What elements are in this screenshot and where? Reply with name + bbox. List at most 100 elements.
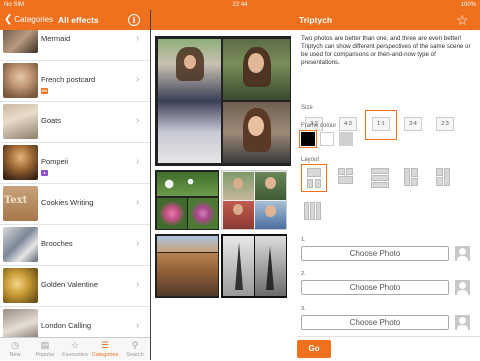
tab-new[interactable]: ◷ New xyxy=(0,338,30,361)
choose-photo-button-3[interactable]: Choose Photo xyxy=(301,315,449,330)
effect-row-golden-valentine[interactable]: Golden Valentine › xyxy=(0,266,150,307)
hd-badge: HD xyxy=(41,88,48,94)
layout-cell xyxy=(371,168,389,174)
choose-photo-button-1[interactable]: Choose Photo xyxy=(301,246,449,261)
size-option-1-1[interactable]: 1:1 xyxy=(372,117,390,131)
effect-row-french-postcard[interactable]: French postcard HD › xyxy=(0,61,150,102)
back-button-label: Categories xyxy=(14,15,54,24)
avatar-head xyxy=(459,317,466,324)
layout-cell xyxy=(316,202,321,220)
example-previews xyxy=(151,30,296,360)
tab-label: Popular xyxy=(35,352,55,358)
effect-thumbnail xyxy=(3,63,38,98)
chevron-right-icon: › xyxy=(136,33,140,44)
layout-cell xyxy=(310,202,315,220)
back-button[interactable]: ❮ Categories xyxy=(4,10,53,30)
list-title: All effects xyxy=(58,15,99,25)
tab-search[interactable]: ⚲ Search xyxy=(120,338,150,361)
list-nav: ❮ Categories All effects i xyxy=(0,10,150,30)
layout-option-1[interactable] xyxy=(301,164,327,192)
example-photo-face xyxy=(248,116,264,136)
example-photo xyxy=(188,198,218,229)
effect-thumbnail xyxy=(3,104,38,139)
photo-slot-number: 3. xyxy=(301,306,306,312)
example-photo xyxy=(157,253,218,296)
size-option-3-4[interactable]: 3:4 xyxy=(404,117,422,131)
info-icon[interactable]: i xyxy=(128,14,140,26)
layout-option-4[interactable] xyxy=(401,164,427,192)
effect-settings: Two photos are better than one, and thre… xyxy=(297,30,480,336)
star-icon: ☆ xyxy=(70,340,80,350)
effect-row-mermaid[interactable]: Mermaid › xyxy=(0,30,150,61)
example-photo xyxy=(255,172,286,200)
example-triptych-eiffel xyxy=(221,234,287,298)
effect-thumbnail xyxy=(3,145,38,180)
example-photo xyxy=(157,172,218,196)
tab-categories[interactable]: ☰ Categories xyxy=(90,338,120,361)
example-photo-face xyxy=(265,205,276,217)
list-icon: ▤ xyxy=(40,340,50,350)
layout-cell xyxy=(307,179,313,188)
effect-name: Cookies Writing xyxy=(41,198,94,207)
photo-placeholder-icon[interactable] xyxy=(455,246,470,261)
effect-thumbnail xyxy=(3,268,38,303)
example-photo-face xyxy=(248,53,264,73)
effect-description: Two photos are better than one, and thre… xyxy=(301,35,471,66)
frame-colour-black[interactable] xyxy=(299,130,317,148)
choose-photo-button-2[interactable]: Choose Photo xyxy=(301,280,449,295)
effect-row-brooches[interactable]: Brooches › xyxy=(0,225,150,266)
avatar-head xyxy=(459,248,466,255)
favourite-star-icon[interactable]: ☆ xyxy=(456,12,469,28)
navigation-bar: ❮ Categories All effects i Triptych ☆ xyxy=(0,10,480,30)
photo-placeholder-icon[interactable] xyxy=(455,315,470,330)
chevron-right-icon: › xyxy=(136,279,140,290)
effect-row-london-calling[interactable]: London Calling › xyxy=(0,307,150,337)
layout-cell xyxy=(338,176,353,184)
example-photo-skin xyxy=(184,55,196,69)
size-option-2-3[interactable]: 2:3 xyxy=(436,117,454,131)
layout-cell xyxy=(411,178,418,186)
effect-name: Golden Valentine xyxy=(41,280,98,289)
chevron-right-icon: › xyxy=(136,115,140,126)
size-option-4-3[interactable]: 4:3 xyxy=(339,117,357,131)
go-button[interactable]: Go xyxy=(297,340,331,358)
layout-option-6[interactable] xyxy=(301,198,327,226)
effect-row-pompeii[interactable]: Pompeii ● › xyxy=(0,143,150,184)
effect-name: Goats xyxy=(41,116,62,125)
photo-placeholder-icon[interactable] xyxy=(455,280,470,295)
eiffel-tower-graphic xyxy=(235,242,243,290)
search-icon: ⚲ xyxy=(131,340,139,350)
tab-label: New xyxy=(9,352,21,358)
avatar-body xyxy=(457,325,468,330)
layout-cell xyxy=(411,168,418,177)
tab-favourites[interactable]: ☆ Favourites xyxy=(60,338,90,361)
layout-option-3[interactable] xyxy=(369,164,395,192)
layout-option-2[interactable] xyxy=(335,164,361,192)
chevron-right-icon: › xyxy=(136,156,140,167)
frame-colour-label: Frame colour xyxy=(301,123,337,129)
effects-list[interactable]: Mermaid › French postcard HD › Goats › P… xyxy=(0,30,150,337)
effect-row-cookies-writing[interactable]: Text Cookies Writing › xyxy=(0,184,150,225)
frame-colour-grey[interactable] xyxy=(339,132,353,146)
example-photo xyxy=(223,102,290,163)
example-photo xyxy=(223,39,290,100)
effect-name: London Calling xyxy=(41,321,92,330)
example-triptych-city xyxy=(155,234,219,298)
layout-cell xyxy=(304,202,309,220)
layout-option-5[interactable] xyxy=(433,164,459,192)
example-photo xyxy=(255,236,286,296)
frame-colour-white[interactable] xyxy=(320,132,334,146)
tab-label: Categories xyxy=(91,352,119,358)
example-photo xyxy=(223,201,254,229)
effect-row-goats[interactable]: Goats › xyxy=(0,102,150,143)
effect-thumbnail xyxy=(3,309,38,337)
eiffel-tower-graphic xyxy=(266,246,274,290)
example-photo xyxy=(223,236,254,296)
chevron-right-icon: › xyxy=(136,197,140,208)
example-triptych-portraits xyxy=(155,36,291,166)
chevron-right-icon: › xyxy=(136,238,140,249)
layout-cell xyxy=(346,168,353,175)
tab-popular[interactable]: ▤ Popular xyxy=(30,338,60,361)
layout-cell xyxy=(404,168,410,186)
effect-thumbnail: Text xyxy=(3,186,38,221)
